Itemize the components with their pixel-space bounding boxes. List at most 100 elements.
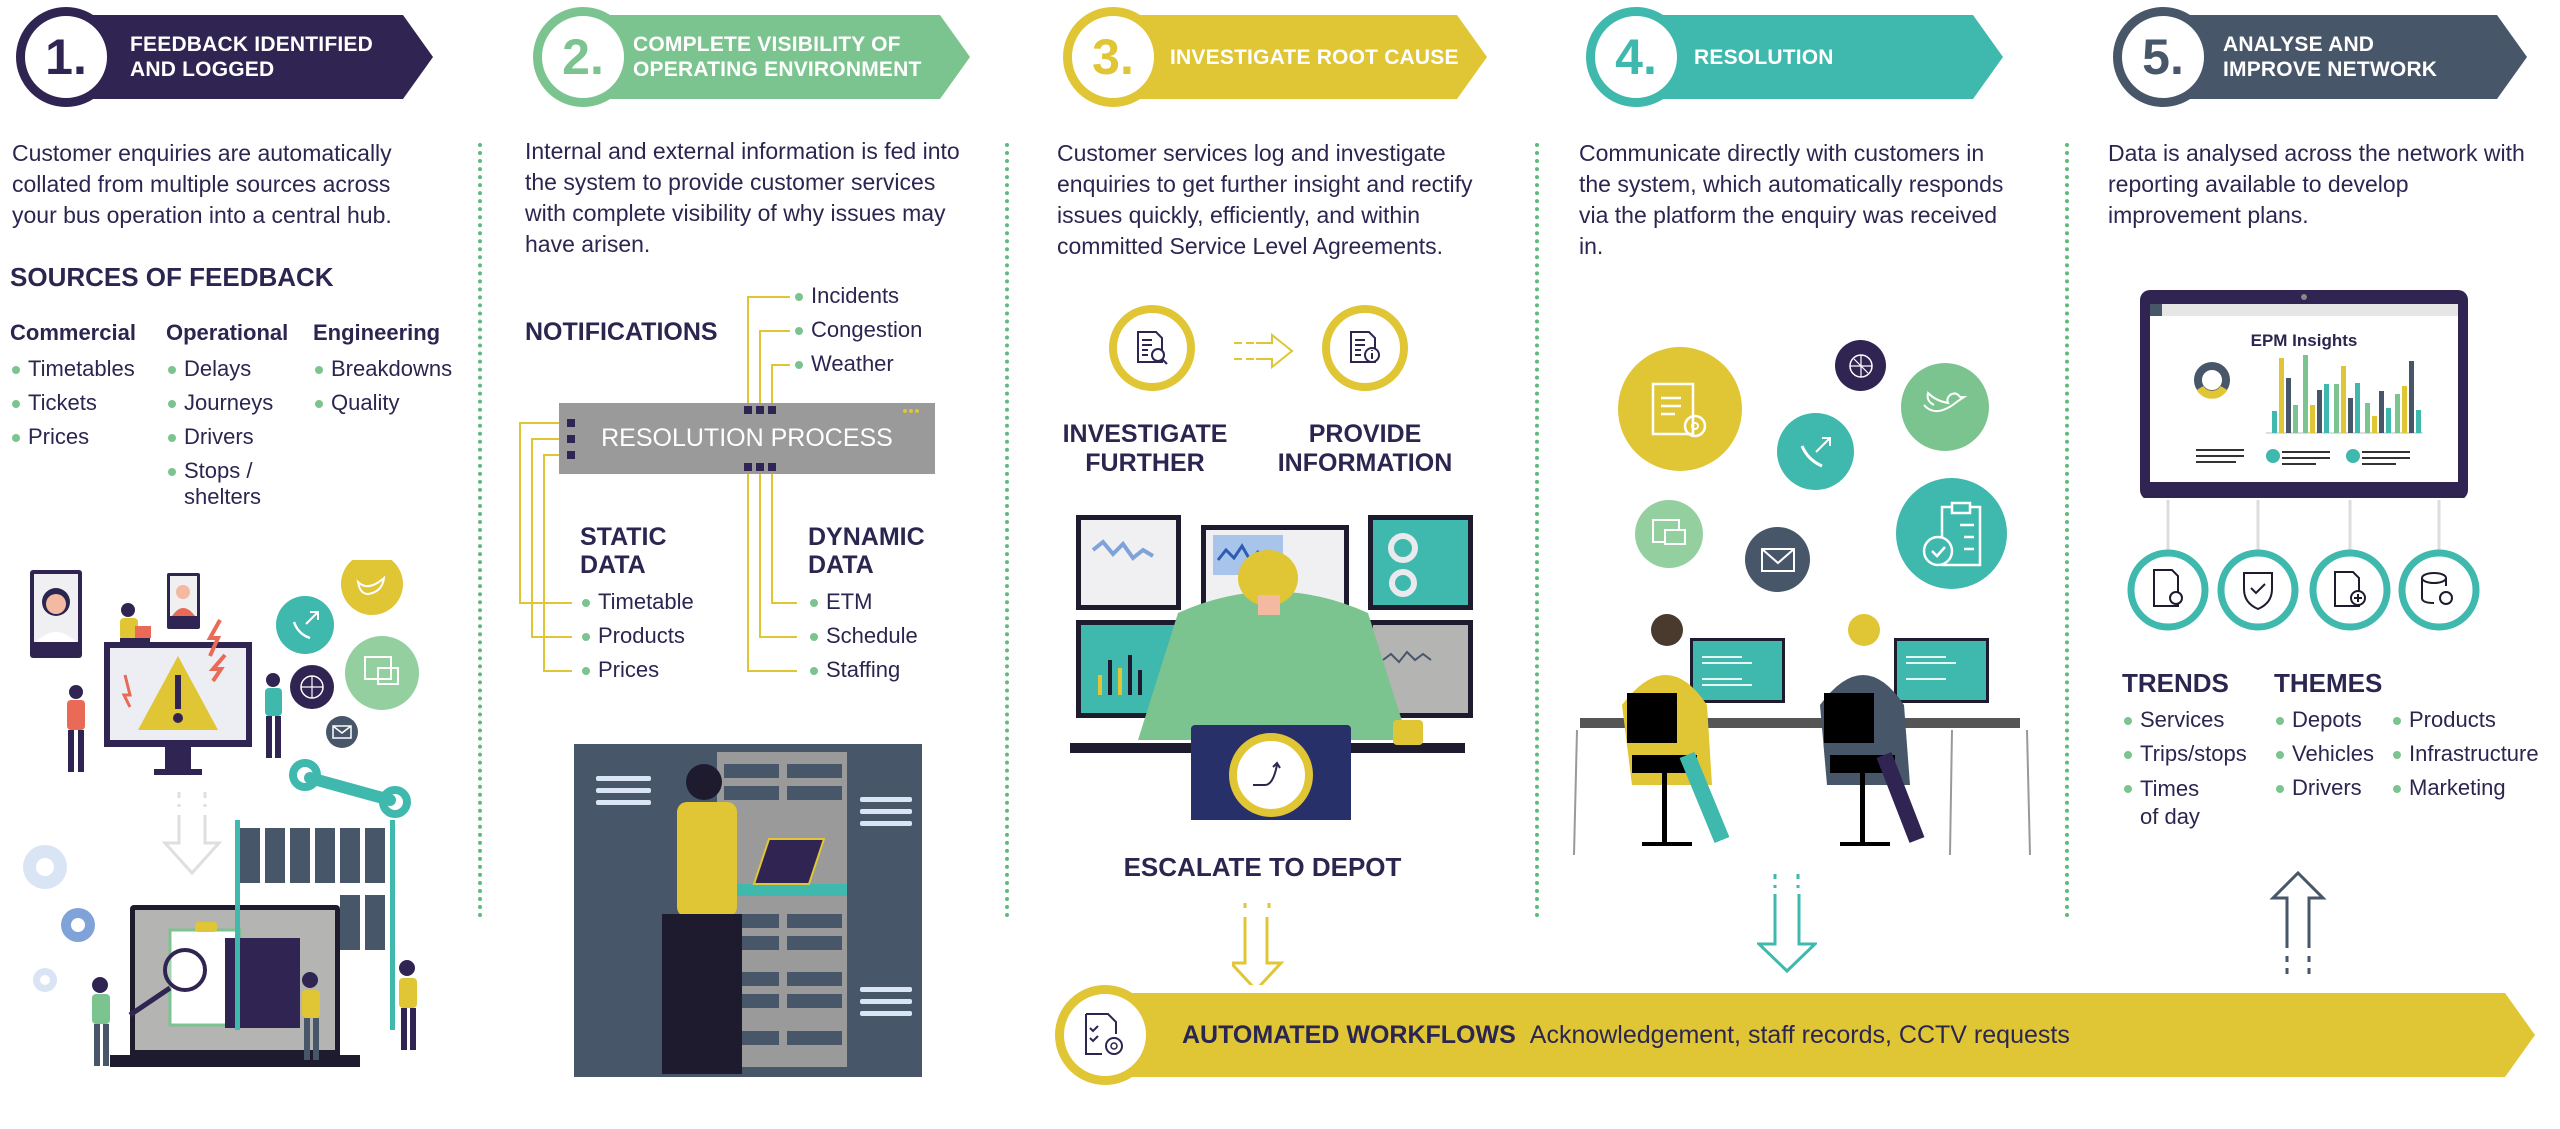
list-item: Products [580, 619, 694, 653]
step-5-number: 5. [2113, 7, 2213, 107]
analyse-up-arrow-icon [2269, 870, 2327, 976]
resolution-down-arrow-icon [1757, 874, 1817, 974]
workflows-title: AUTOMATED WORKFLOWS [1182, 1020, 1516, 1049]
step-2-description: Internal and external information is fed… [525, 138, 960, 257]
static-data-list: Timetable Products Prices [580, 585, 694, 687]
static-data-heading: STATIC DATA [580, 523, 667, 579]
feedback-illustration [23, 560, 419, 1067]
themes-heading: THEMES [2274, 668, 2383, 698]
analyst-monitors-illustration [1070, 515, 1473, 820]
database-search-icon [2398, 549, 2480, 631]
step-4-header: 4. RESOLUTION [1578, 7, 2003, 107]
down-arrow-icon [161, 792, 223, 876]
epm-dashboard-illustration: EPM Insights [2140, 290, 2468, 498]
step-4-description: Communicate directly with customers in t… [1579, 140, 2004, 259]
list-item: Staffing [808, 653, 918, 687]
step-3-number: 3. [1063, 7, 1163, 107]
dynamic-data-list: ETM Schedule Staffing [808, 585, 918, 687]
source-col-operational-title: Operational [166, 320, 289, 345]
list-item: Times of day [2122, 771, 2220, 831]
phone-icon [276, 596, 334, 654]
step-1-description: Customer enquiries are automatically col… [12, 140, 392, 228]
list-item: Stops / shelters [166, 454, 286, 510]
analysis-icons-row [2127, 500, 2480, 631]
step-5-title: ANALYSE AND IMPROVE NETWORK [2223, 33, 2438, 81]
list-item: Breakdowns [313, 352, 452, 386]
list-item: Timetables [10, 352, 135, 386]
list-item: Quality [313, 386, 452, 420]
server-room-illustration [574, 744, 922, 1077]
list-item: Vehicles [2274, 737, 2374, 771]
provide-information-icon [1322, 305, 1408, 391]
document-gear-icon [1618, 347, 1742, 471]
resolution-process-diagram [519, 296, 935, 672]
person-icon [265, 673, 282, 758]
escalate-label: ESCALATE TO DEPOT [1123, 852, 1402, 882]
person-icon [399, 960, 417, 1050]
divider-4 [2065, 143, 2069, 918]
list-item: Journeys [166, 386, 286, 420]
trends-list: Services Trips/stops Times of day [2122, 703, 2262, 831]
list-item: Schedule [808, 619, 918, 653]
step-1-header: 1. FEEDBACK IDENTIFIED AND LOGGED [8, 7, 433, 107]
operational-list: Delays Journeys Drivers Stops / shelters [166, 352, 286, 510]
right-arrow-icon [1234, 333, 1294, 370]
themes-list-1: Depots Vehicles Drivers [2274, 703, 2374, 805]
trends-heading: TRENDS [2122, 668, 2229, 698]
person-icon [92, 977, 110, 1066]
email-icon [326, 716, 358, 748]
escalation-clock-icon [1229, 733, 1313, 817]
wrench-icon [289, 759, 411, 818]
monitor-icon [1076, 515, 1181, 610]
themes-list-2: Products Infrastructure Marketing [2391, 703, 2539, 805]
resolution-process-label: RESOLUTION PROCESS [601, 424, 893, 452]
list-item: Depots [2274, 703, 2374, 737]
source-col-commercial-title: Commercial [10, 320, 136, 345]
shield-check-icon [2217, 549, 2299, 631]
list-item: Drivers [2274, 771, 2374, 805]
web-chat-icon [345, 636, 419, 710]
chart-shield-icon [2309, 549, 2391, 631]
divider-2 [1005, 143, 1009, 918]
step-3-description: Customer services log and investigate en… [1057, 140, 1473, 259]
workflows-description: Acknowledgement, staff records, CCTV req… [1529, 1020, 2070, 1049]
list-item: Services [2122, 703, 2262, 737]
clipboard-check-icon [1896, 478, 2007, 589]
step-1-title: FEEDBACK IDENTIFIED AND LOGGED [130, 33, 373, 81]
globe-icon [1835, 340, 1886, 391]
divider-3 [1535, 143, 1539, 918]
list-item: Marketing [2391, 771, 2539, 805]
step-2-number: 2. [533, 7, 633, 107]
call-centre-illustration [1573, 614, 2031, 855]
step-5-description: Data is analysed across the network with… [2108, 140, 2525, 228]
monitor-icon [1368, 515, 1473, 610]
list-item: Drivers [166, 420, 286, 454]
step-2-header: 2. COMPLETE VISIBILITY OF OPERATING ENVI… [525, 7, 970, 107]
step-1-number: 1. [16, 7, 116, 107]
twitter-icon [1901, 363, 1989, 451]
investigate-further-icon [1109, 305, 1195, 391]
engineering-list: Breakdowns Quality [313, 352, 452, 420]
step-3-title: INVESTIGATE ROOT CAUSE [1170, 45, 1459, 69]
source-col-engineering-title: Engineering [313, 320, 441, 345]
dynamic-data-heading: DYNAMIC DATA [808, 523, 925, 579]
list-item: Trips/stops [2122, 737, 2262, 771]
profile-card-icon [167, 573, 200, 629]
list-item: Products [2391, 703, 2539, 737]
provide-information-label: PROVIDE INFORMATION [1277, 420, 1453, 477]
step-2-title: COMPLETE VISIBILITY OF OPERATING ENVIRON… [633, 33, 922, 81]
list-item: Prices [580, 653, 694, 687]
dashboard-title: EPM Insights [2251, 331, 2358, 350]
list-item: Prices [10, 420, 135, 454]
escalate-down-arrow-icon [1232, 903, 1285, 985]
list-item: Timetable [580, 585, 694, 619]
gear-icon [23, 845, 95, 992]
phone-icon [1777, 413, 1854, 490]
step-3-header: 3. INVESTIGATE ROOT CAUSE [1055, 7, 1487, 107]
report-search-icon [2127, 549, 2209, 631]
list-item: Tickets [10, 386, 135, 420]
profile-card-icon [30, 570, 82, 658]
list-item: Delays [166, 352, 286, 386]
person-icon [67, 685, 85, 772]
step-4-title: RESOLUTION [1694, 45, 1834, 69]
